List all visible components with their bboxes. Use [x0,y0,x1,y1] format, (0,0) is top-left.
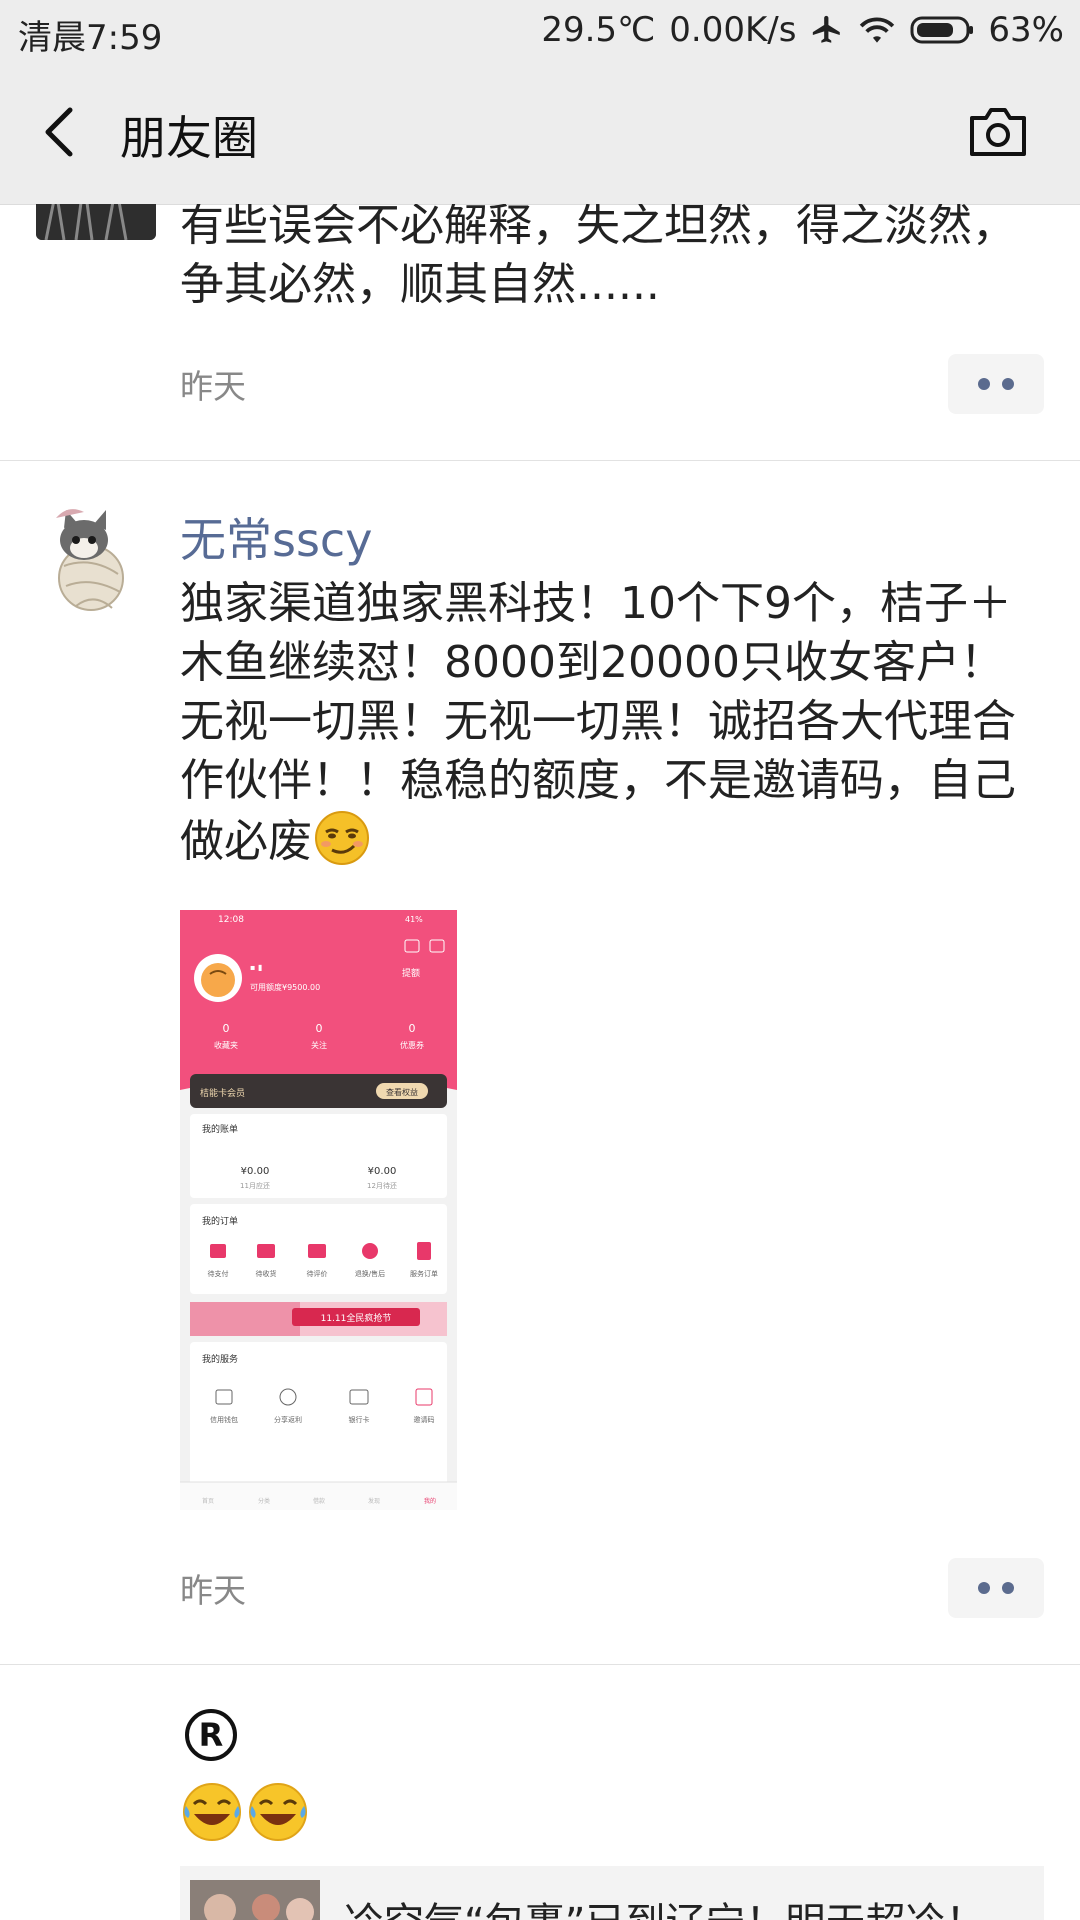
status-battery: 63% [988,10,1064,50]
post-image-graphic: 12:08 41% ▪ ▮ 可用额度¥9500.00 提额 0 收藏夹 0 关注… [180,910,457,1510]
thumb-order: 服务订单 [410,1269,438,1278]
post-image[interactable]: 12:08 41% ▪ ▮ 可用额度¥9500.00 提额 0 收藏夹 0 关注… [180,910,457,1510]
shared-link-card[interactable]: 冷空气“包裹”已到辽宁！明天超冷！ [180,1866,1044,1920]
thumb-status-time: 12:08 [218,915,244,925]
post-text: 有些误会不必解释，失之坦然，得之淡然，争其必然，顺其自然...... [180,204,1016,310]
post-divider [0,460,1080,461]
thumb-stat-value: 0 [316,1022,323,1035]
tears-of-joy-emoji-icon [183,1783,241,1841]
back-arrow-icon[interactable] [36,102,86,162]
post-divider [0,1664,1080,1665]
avatar[interactable] [36,496,156,616]
svg-text:▪ ▮: ▪ ▮ [250,963,262,972]
wifi-icon [860,17,895,43]
thumb-order: 待收货 [256,1269,277,1278]
more-button[interactable] [948,1558,1044,1618]
thumb-bill-label: 12月待还 [367,1181,397,1190]
camera-icon[interactable] [966,102,1030,162]
thumb-tab: 我的 [424,1497,436,1505]
thumb-tab: 分类 [258,1497,270,1505]
thumb-vip-button: 查看权益 [386,1087,418,1097]
post-username[interactable]: 无常sscy [180,504,372,570]
thumb-stat-label: 收藏夹 [214,1040,238,1050]
thumb-withdraw: 提额 [402,967,420,979]
thumb-bill-value: ¥0.00 [241,1166,270,1177]
post-time: 昨天 [180,367,246,406]
link-thumbnail [190,1880,320,1920]
thumb-order: 待评价 [307,1269,328,1278]
thumb-stat-value: 0 [409,1022,416,1035]
battery-icon [910,16,974,44]
thumb-order: 退换/售后 [355,1269,385,1278]
thumb-order-title: 我的订单 [202,1215,238,1227]
nav-bar: 朋友圈 [0,62,1080,205]
thumb-stat-label: 优惠券 [400,1040,424,1050]
post-text-body: 独家渠道独家黑科技！10个下9个，桔子＋木鱼继续怼！8000到20000只收女客… [180,578,1016,867]
thumb-stat-label: 关注 [311,1040,327,1050]
svg-text:R: R [199,1716,224,1754]
thumb-service: 邀请码 [414,1415,435,1424]
thumb-service-title: 我的服务 [202,1353,238,1365]
avatar[interactable] [36,204,156,240]
status-time: 清晨7:59 [18,18,163,58]
moments-feed[interactable]: 有些误会不必解释，失之坦然，得之淡然，争其必然，顺其自然...... 昨天 无常… [0,204,1080,1920]
status-network-speed: 0.00K/s [669,10,797,50]
thumb-banner: 11.11全民疯抢节 [321,1312,392,1324]
thumb-status-battery: 41% [405,915,423,924]
status-temperature: 29.5℃ [541,10,656,50]
thumb-tab: 借款 [313,1497,325,1505]
thumb-bill-label: 11月应还 [240,1181,270,1190]
thumb-vip-label: 桔能卡会员 [200,1087,245,1099]
page-title: 朋友圈 [120,111,258,165]
status-right: 29.5℃ 0.00K/s 63% [541,10,1064,50]
thumb-bill-title: 我的账单 [202,1123,238,1135]
registered-mark-icon: R [185,1709,237,1761]
thumb-service: 银行卡 [349,1415,370,1424]
link-title: 冷空气“包裹”已到辽宁！明天超冷！ [344,1890,985,1920]
thumb-tab: 首页 [202,1497,214,1505]
tears-of-joy-emoji-icon [249,1783,307,1841]
status-bar: 清晨7:59 29.5℃ 0.00K/s 63% [0,0,1080,62]
thumb-service: 分享返利 [274,1415,302,1424]
airplane-icon [813,15,841,43]
thumb-tab: 发现 [368,1497,380,1505]
smirk-emoji-icon [315,811,369,865]
post-time: 昨天 [180,1571,246,1610]
thumb-stat-value: 0 [223,1022,230,1035]
thumb-service: 信用钱包 [210,1415,238,1424]
thumb-bill-value: ¥0.00 [368,1166,397,1177]
more-button[interactable] [948,354,1044,414]
post-text: 独家渠道独家黑科技！10个下9个，桔子＋木鱼继续怼！8000到20000只收女客… [180,574,1040,871]
thumb-limit: 可用额度¥9500.00 [250,982,320,992]
thumb-order: 待支付 [208,1269,229,1278]
